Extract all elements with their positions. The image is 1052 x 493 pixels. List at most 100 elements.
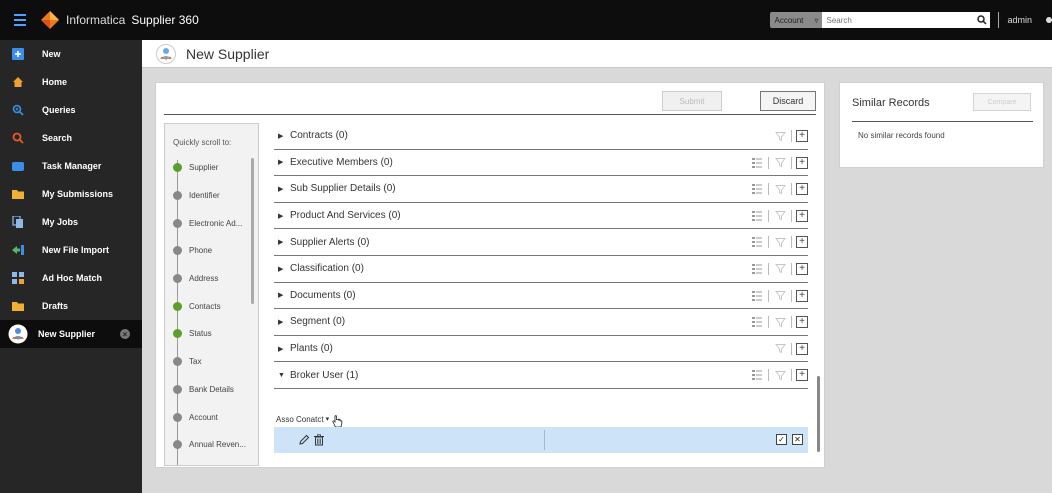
- section-label: Plants (0): [290, 343, 333, 355]
- add-icon[interactable]: +: [796, 130, 808, 142]
- caret-right-icon[interactable]: ▶: [274, 185, 290, 193]
- add-icon[interactable]: +: [796, 369, 808, 382]
- discard-button[interactable]: Discard: [760, 91, 816, 111]
- scroll-nav-item[interactable]: Electronic Ad...: [165, 209, 258, 237]
- sidebar-item-drafts[interactable]: Drafts: [0, 292, 142, 320]
- user-menu-icon[interactable]: [1046, 17, 1052, 23]
- section-row[interactable]: ▶ Plants (0) +: [274, 336, 808, 363]
- filter-icon[interactable]: [773, 315, 787, 329]
- section-row[interactable]: ▶ Executive Members (0) +: [274, 150, 808, 177]
- scroll-nav-item[interactable]: Account: [165, 403, 258, 431]
- section-row[interactable]: ▼ Broker User (1) +: [274, 362, 808, 389]
- compare-button[interactable]: Compare: [973, 93, 1031, 111]
- filter-icon[interactable]: [773, 235, 787, 249]
- main-scrollbar[interactable]: [817, 376, 820, 452]
- chevron-down-icon: ▿: [814, 15, 819, 25]
- divider: [791, 289, 792, 302]
- caret-right-icon[interactable]: ▶: [274, 238, 290, 246]
- sidebar-item-task-manager[interactable]: Task Manager: [0, 152, 142, 180]
- hamburger-menu-icon[interactable]: [0, 0, 40, 40]
- filter-icon[interactable]: [773, 156, 787, 170]
- sidebar-item-new-supplier[interactable]: New Supplier ×: [0, 320, 142, 348]
- sidebar-item-search[interactable]: Search: [0, 124, 142, 152]
- scroll-nav-item[interactable]: Annual Reven...: [165, 431, 258, 459]
- list-view-icon[interactable]: [750, 182, 764, 196]
- section-row[interactable]: ▶ Segment (0) +: [274, 309, 808, 336]
- status-dot-icon: [173, 218, 182, 228]
- scroll-nav-item[interactable]: Phone: [165, 237, 258, 265]
- account-select[interactable]: Account ▿: [770, 12, 823, 28]
- add-icon[interactable]: +: [796, 289, 808, 302]
- filter-icon[interactable]: [773, 182, 787, 196]
- jobs-icon: [12, 216, 24, 228]
- sidebar-item-ad-hoc-match[interactable]: Ad Hoc Match: [0, 264, 142, 292]
- list-view-icon[interactable]: [750, 156, 764, 170]
- caret-right-icon[interactable]: ▶: [274, 212, 290, 220]
- filter-icon[interactable]: [773, 262, 787, 276]
- sidebar-item-new-file-import[interactable]: New File Import: [0, 236, 142, 264]
- add-icon[interactable]: +: [796, 183, 808, 196]
- scroll-nav-label: Address: [189, 274, 219, 284]
- list-view-icon[interactable]: [750, 235, 764, 249]
- scroll-nav-item[interactable]: Supplier: [165, 154, 258, 182]
- scroll-nav-item[interactable]: Contacts: [165, 292, 258, 320]
- filter-icon[interactable]: [773, 289, 787, 303]
- no-similar-message: No similar records found: [858, 131, 945, 140]
- scroll-nav-item[interactable]: Tax: [165, 348, 258, 376]
- sidebar-item-my-jobs[interactable]: My Jobs: [0, 208, 142, 236]
- submit-button[interactable]: Submit: [662, 91, 722, 111]
- list-view-icon[interactable]: [750, 209, 764, 223]
- sidebar-item-home[interactable]: Home: [0, 68, 142, 96]
- caret-right-icon[interactable]: ▶: [274, 265, 290, 273]
- folder-icon: [12, 188, 24, 200]
- caret-right-icon[interactable]: ▶: [274, 318, 290, 326]
- caret-right-icon[interactable]: ▶: [274, 291, 290, 299]
- caret-right-icon[interactable]: ▶: [274, 158, 290, 166]
- add-icon[interactable]: +: [796, 236, 808, 249]
- filter-icon[interactable]: [773, 129, 787, 143]
- caret-down-icon[interactable]: ▼: [274, 372, 290, 379]
- filter-icon[interactable]: [773, 209, 787, 223]
- scroll-nav-item[interactable]: Status: [165, 320, 258, 348]
- filter-icon[interactable]: [773, 342, 787, 356]
- add-icon[interactable]: +: [796, 342, 808, 355]
- add-icon[interactable]: +: [796, 156, 808, 169]
- divider: [852, 121, 1033, 122]
- add-icon[interactable]: +: [796, 316, 808, 329]
- list-view-icon[interactable]: [750, 368, 764, 382]
- broker-user-row[interactable]: ✓ ✕: [274, 427, 808, 453]
- sidebar-item-new[interactable]: New: [0, 40, 142, 68]
- search-input[interactable]: [822, 12, 975, 28]
- section-actions: +: [750, 368, 808, 382]
- section-row[interactable]: ▶ Sub Supplier Details (0) +: [274, 176, 808, 203]
- scroll-nav-item[interactable]: Bank Details: [165, 376, 258, 404]
- close-tab-icon[interactable]: ×: [120, 329, 130, 339]
- section-row[interactable]: ▶ Contracts (0) +: [274, 123, 808, 150]
- scroll-nav-item[interactable]: Identifier: [165, 182, 258, 210]
- trash-icon[interactable]: [313, 434, 325, 446]
- section-row[interactable]: ▶ Supplier Alerts (0) +: [274, 229, 808, 256]
- section-row[interactable]: ▶ Product And Services (0) +: [274, 203, 808, 230]
- cancel-icon[interactable]: ✕: [792, 434, 803, 445]
- filter-icon[interactable]: [773, 368, 787, 382]
- divider: [791, 209, 792, 222]
- sidebar-item-queries[interactable]: Queries: [0, 96, 142, 124]
- asso-contact-column[interactable]: Asso Conatct ▾: [276, 409, 343, 429]
- search-button[interactable]: [974, 12, 991, 28]
- list-view-icon[interactable]: [750, 262, 764, 276]
- user-name[interactable]: admin: [1007, 15, 1032, 25]
- list-view-icon[interactable]: [750, 315, 764, 329]
- list-view-icon[interactable]: [750, 289, 764, 303]
- caret-right-icon[interactable]: ▶: [274, 132, 290, 140]
- pencil-icon[interactable]: [298, 434, 310, 446]
- divider: [791, 156, 792, 169]
- add-icon[interactable]: +: [796, 209, 808, 222]
- caret-right-icon[interactable]: ▶: [274, 345, 290, 353]
- scroll-nav-item[interactable]: Address: [165, 265, 258, 293]
- confirm-icon[interactable]: ✓: [776, 434, 787, 445]
- section-row[interactable]: ▶ Classification (0) +: [274, 256, 808, 283]
- section-row[interactable]: ▶ Documents (0) +: [274, 283, 808, 310]
- sidebar-item-my-submissions[interactable]: My Submissions: [0, 180, 142, 208]
- scroll-nav-label: Account: [189, 412, 218, 422]
- add-icon[interactable]: +: [796, 262, 808, 275]
